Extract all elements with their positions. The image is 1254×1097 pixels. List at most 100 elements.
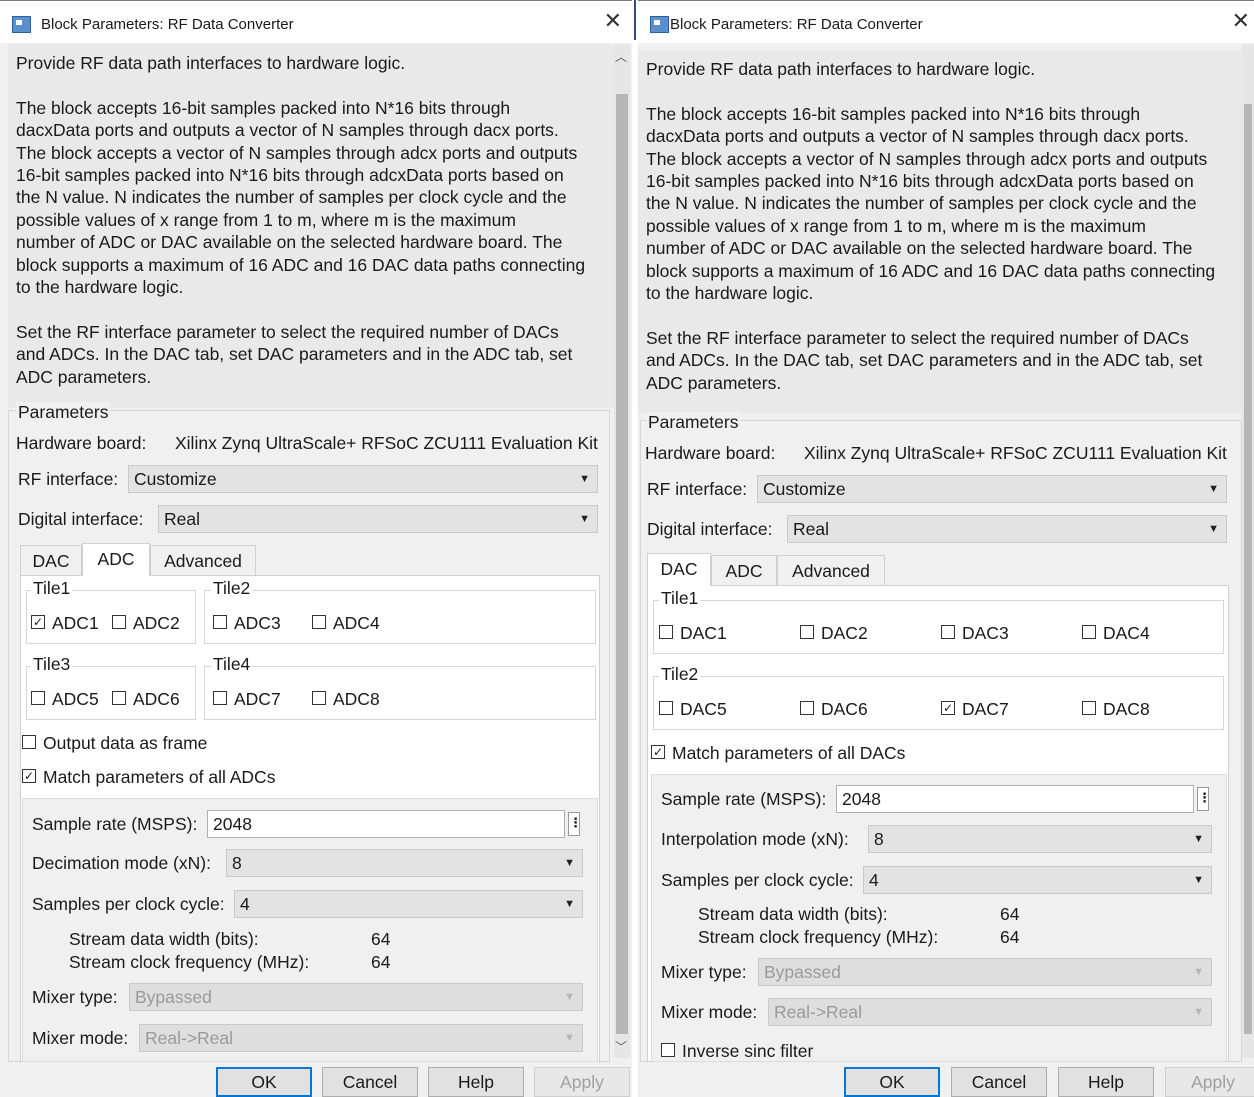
tab-dac[interactable]: DAC [20,545,82,576]
mixer-type-dropdown[interactable]: Bypassed ▼ [758,958,1212,986]
interpolation-mode-value: 8 [874,829,884,849]
rf-interface-dropdown[interactable]: Customize ▼ [757,475,1227,503]
rf-interface-label: RF interface: [18,469,119,489]
samples-per-clock-label: Samples per clock cycle: [661,870,854,890]
mixer-mode-dropdown[interactable]: Real->Real ▼ [768,998,1212,1026]
dac3-checkbox[interactable]: DAC3 [941,622,1009,644]
adc5-checkbox[interactable]: ADC5 [31,688,99,710]
help-button[interactable]: Help [428,1067,524,1097]
decimation-mode-dropdown[interactable]: 8 ▼ [226,849,583,877]
cancel-button[interactable]: Cancel [951,1067,1047,1097]
adc2-checkbox[interactable]: ADC2 [112,612,180,634]
apply-button[interactable]: Apply [534,1067,630,1097]
mixer-type-value: Bypassed [764,962,841,982]
sample-rate-input[interactable]: 2048 [207,810,565,838]
vertical-ellipsis-icon[interactable]: ⋮ [568,812,582,836]
simulink-block-icon [12,16,31,33]
apply-button[interactable]: Apply [1165,1067,1254,1097]
interpolation-mode-dropdown[interactable]: 8 ▼ [868,825,1212,853]
mixer-mode-value: Real->Real [145,1028,234,1048]
adc3-checkbox[interactable]: ADC3 [213,612,281,634]
help-button[interactable]: Help [1058,1067,1154,1097]
adc7-checkbox[interactable]: ADC7 [213,688,281,710]
dac2-checkbox[interactable]: DAC2 [800,622,868,644]
chevron-down-icon: ▼ [564,857,575,869]
tab-advanced[interactable]: Advanced [777,555,885,586]
ok-button[interactable]: OK [216,1067,312,1097]
stream-width-label: Stream data width (bits): [69,929,259,949]
scrollbar-thumb[interactable] [1244,104,1252,1034]
chevron-down-icon: ▼ [1208,523,1219,535]
scroll-up-icon[interactable]: ︿ [615,48,627,65]
checkmark-icon: ✓ [651,745,665,759]
digital-interface-value: Real [793,519,829,539]
stream-width-value: 64 [371,929,391,949]
adc1-label: ADC1 [52,613,99,633]
tab-adc[interactable]: ADC [711,555,777,586]
checkmark-icon: ✓ [941,701,955,715]
samples-per-clock-dropdown[interactable]: 4 ▼ [234,890,583,918]
output-frame-checkbox[interactable]: Output data as frame [22,732,207,754]
stream-clock-label: Stream clock frequency (MHz): [698,927,939,947]
close-icon[interactable]: ✕ [1232,10,1250,32]
dac4-checkbox[interactable]: DAC4 [1082,622,1150,644]
output-frame-label: Output data as frame [43,733,208,753]
mixer-mode-value: Real->Real [774,1002,863,1022]
tile4-label: Tile4 [211,654,253,675]
digital-interface-dropdown[interactable]: Real ▼ [158,505,598,533]
match-params-checkbox[interactable]: ✓ Match parameters of all DACs [651,742,905,764]
parameters-label: Parameters [16,402,111,423]
samples-per-clock-dropdown[interactable]: 4 ▼ [863,866,1212,894]
samples-per-clock-value: 4 [240,894,250,914]
vertical-ellipsis-icon[interactable]: ⋮ [1197,787,1211,811]
vertical-scrollbar[interactable]: ︿ ﹀ [614,44,630,1058]
adc6-checkbox[interactable]: ADC6 [112,688,180,710]
dac8-label: DAC8 [1103,699,1150,719]
block-description: Provide RF data path interfaces to hardw… [638,50,1242,414]
dac6-checkbox[interactable]: DAC6 [800,698,868,720]
tab-advanced[interactable]: Advanced [150,545,256,576]
match-params-checkbox[interactable]: ✓ Match parameters of all ADCs [22,766,275,788]
scroll-down-icon[interactable]: ﹀ [615,1038,627,1055]
inverse-sinc-checkbox[interactable]: Inverse sinc filter [661,1040,813,1062]
decimation-mode-value: 8 [232,853,242,873]
tab-adc[interactable]: ADC [82,543,150,576]
dac7-checkbox[interactable]: ✓ DAC7 [941,698,1009,720]
checkmark-icon: ✓ [22,769,36,783]
ok-button[interactable]: OK [844,1067,940,1097]
stream-clock-label: Stream clock frequency (MHz): [69,952,310,972]
mixer-type-dropdown[interactable]: Bypassed ▼ [129,983,583,1011]
stream-clock-value: 64 [371,952,391,972]
dac1-checkbox[interactable]: DAC1 [659,622,727,644]
samples-per-clock-label: Samples per clock cycle: [32,894,225,914]
sample-rate-input[interactable]: 2048 [836,785,1194,813]
chevron-down-icon: ▼ [579,513,590,525]
block-description: Provide RF data path interfaces to hardw… [8,44,614,408]
stream-clock-value: 64 [1000,927,1020,947]
cancel-button[interactable]: Cancel [322,1067,418,1097]
adc1-checkbox[interactable]: ✓ ADC1 [31,612,99,634]
scrollbar-thumb[interactable] [616,94,628,1034]
adc8-checkbox[interactable]: ADC8 [312,688,380,710]
rf-interface-dropdown[interactable]: Customize ▼ [128,465,598,493]
tab-dac[interactable]: DAC [647,553,711,586]
mixer-mode-dropdown[interactable]: Real->Real ▼ [139,1024,583,1052]
inverse-sinc-label: Inverse sinc filter [682,1041,814,1061]
chevron-down-icon: ▼ [1193,966,1204,978]
close-icon[interactable]: ✕ [604,10,622,32]
tile2-label: Tile2 [211,578,253,599]
mixer-type-value: Bypassed [135,987,212,1007]
samples-per-clock-value: 4 [869,870,879,890]
adc4-checkbox[interactable]: ADC4 [312,612,380,634]
vertical-scrollbar[interactable] [1242,44,1254,1058]
title-bar[interactable]: Block Parameters: RF Data Converter ✕ [0,0,632,43]
dac5-checkbox[interactable]: DAC5 [659,698,727,720]
dac8-checkbox[interactable]: DAC8 [1082,698,1150,720]
stream-width-value: 64 [1000,904,1020,924]
chevron-down-icon: ▼ [564,991,575,1003]
digital-interface-dropdown[interactable]: Real ▼ [787,515,1227,543]
title-bar[interactable]: Block Parameters: RF Data Converter ✕ [638,0,1254,43]
adc2-label: ADC2 [133,613,180,633]
rf-interface-label: RF interface: [647,479,748,499]
tile2-label: Tile2 [659,664,701,685]
